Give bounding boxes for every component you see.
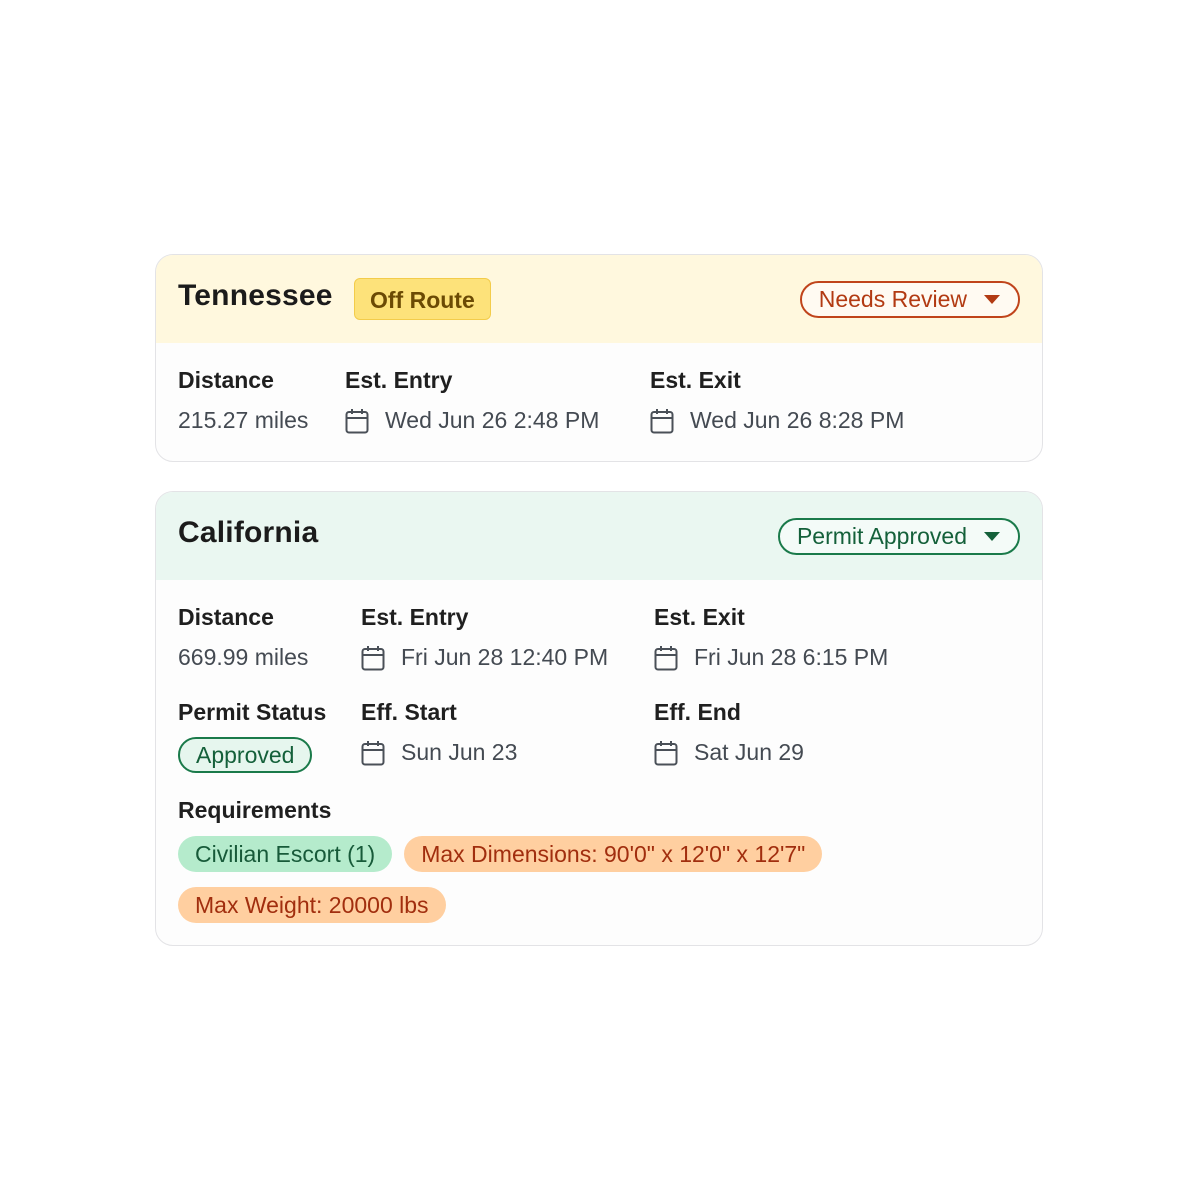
- est-exit-label: Est. Exit: [654, 604, 745, 630]
- est-entry-field: Est. Entry Fri Jun 28 12:40 PM: [361, 604, 608, 671]
- off-route-badge: Off Route: [354, 278, 491, 320]
- state-card-header: California Permit Approved: [156, 492, 1042, 580]
- est-exit-field: Est. Exit Fri Jun 28 6:15 PM: [654, 604, 888, 671]
- est-exit-field: Est. Exit Wed Jun 26 8:28 PM: [650, 367, 904, 434]
- distance-label: Distance: [178, 367, 274, 393]
- caret-down-icon: [984, 295, 1000, 304]
- permit-status-field: Permit Status Approved: [178, 699, 326, 773]
- est-entry-label: Est. Entry: [361, 604, 469, 630]
- eff-end-value: Sat Jun 29: [694, 739, 804, 765]
- est-exit-value: Wed Jun 26 8:28 PM: [690, 407, 905, 433]
- state-card-california: California Permit Approved Distance 669.…: [155, 491, 1043, 946]
- status-dropdown-label: Needs Review: [818, 286, 967, 312]
- state-name: California: [178, 516, 319, 549]
- calendar-icon: [361, 645, 385, 670]
- requirement-tag: Civilian Escort (1): [178, 836, 393, 872]
- calendar-icon: [650, 408, 674, 433]
- status-dropdown[interactable]: Permit Approved: [777, 518, 1020, 555]
- calendar-icon: [654, 645, 678, 670]
- eff-end-field: Eff. End Sat Jun 29: [654, 699, 804, 766]
- requirements-list: Civilian Escort (1) Max Dimensions: 90'0"…: [178, 836, 938, 938]
- calendar-icon: [361, 740, 385, 765]
- distance-field: Distance 215.27 miles: [178, 367, 308, 434]
- distance-label: Distance: [178, 604, 274, 630]
- eff-start-field: Eff. Start Sun Jun 23: [361, 699, 517, 766]
- est-entry-field: Est. Entry Wed Jun 26 2:48 PM: [345, 367, 599, 434]
- distance-value: 669.99 miles: [178, 644, 309, 670]
- calendar-icon: [654, 740, 678, 765]
- eff-start-label: Eff. Start: [361, 699, 457, 725]
- eff-start-value: Sun Jun 23: [401, 739, 518, 765]
- requirements-label: Requirements: [178, 797, 332, 823]
- status-dropdown-label: Permit Approved: [796, 523, 967, 549]
- calendar-icon: [345, 408, 369, 433]
- distance-value: 215.27 miles: [178, 407, 309, 433]
- requirement-tag: Max Weight: 20000 lbs: [178, 887, 446, 923]
- caret-down-icon: [984, 532, 1000, 541]
- est-entry-value: Fri Jun 28 12:40 PM: [401, 644, 609, 670]
- status-dropdown[interactable]: Needs Review: [799, 281, 1020, 318]
- requirement-tag: Max Dimensions: 90'0" x 12'0" x 12'7": [404, 836, 823, 872]
- permit-status-label: Permit Status: [178, 699, 327, 725]
- state-card-tennessee: Tennessee Off Route Needs Review Distanc…: [155, 254, 1043, 462]
- est-entry-label: Est. Entry: [345, 367, 453, 393]
- permit-status-badge: Approved: [178, 737, 313, 773]
- est-entry-value: Wed Jun 26 2:48 PM: [385, 407, 600, 433]
- distance-field: Distance 669.99 miles: [178, 604, 308, 671]
- eff-end-label: Eff. End: [654, 699, 741, 725]
- state-card-header: Tennessee Off Route Needs Review: [156, 255, 1042, 343]
- est-exit-label: Est. Exit: [650, 367, 741, 393]
- state-name: Tennessee: [178, 279, 333, 312]
- est-exit-value: Fri Jun 28 6:15 PM: [694, 644, 889, 670]
